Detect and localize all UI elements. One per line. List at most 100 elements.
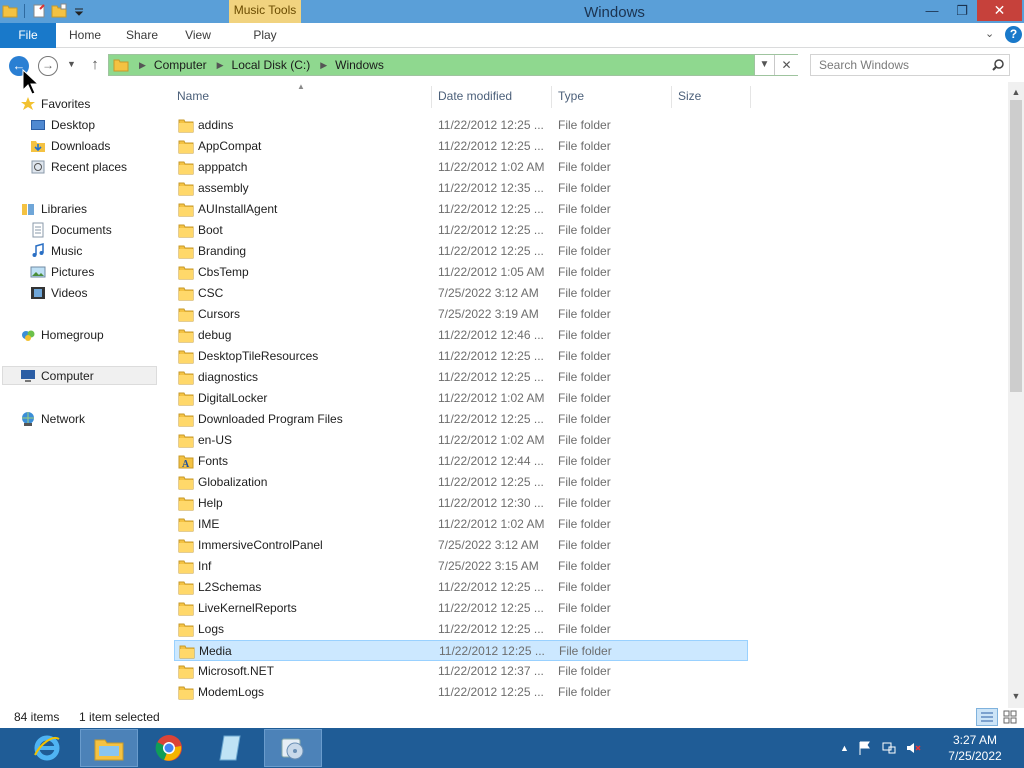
nav-documents[interactable]: Documents [30, 220, 112, 239]
taskbar-app[interactable] [202, 729, 260, 767]
status-bar: 84 items 1 item selected [0, 708, 1024, 728]
file-row[interactable]: Globalization 11/22/2012 12:25 ... File fo… [174, 472, 748, 493]
column-divider[interactable] [671, 86, 672, 108]
file-row[interactable]: Branding 11/22/2012 12:25 ... File folder [174, 241, 748, 262]
file-name: DigitalLocker [198, 391, 268, 405]
address-dropdown-icon[interactable]: ▼ [754, 55, 774, 75]
expand-ribbon-icon[interactable]: ⌄ [985, 28, 997, 40]
file-row[interactable]: AppCompat 11/22/2012 12:25 ... File folder [174, 136, 748, 157]
file-row[interactable]: en-US 11/22/2012 1:02 AM File folder [174, 430, 748, 451]
breadcrumb-chevron-icon[interactable]: ▶ [139, 60, 146, 71]
file-row[interactable]: ImmersiveControlPanel 7/25/2022 3:12 AM Fi… [174, 535, 748, 556]
large-icons-view-icon[interactable] [1002, 709, 1018, 725]
address-bar[interactable]: ▶ Computer ▶ Local Disk (C:) ▶ Windows ▼… [108, 54, 798, 76]
nav-favorites[interactable]: Favorites [20, 94, 90, 113]
breadcrumb-chevron-icon[interactable]: ▶ [217, 60, 224, 71]
file-row[interactable]: AUInstallAgent 11/22/2012 12:25 ... File f… [174, 199, 748, 220]
scroll-up-icon[interactable]: ▲ [1008, 84, 1024, 100]
file-row[interactable]: Boot 11/22/2012 12:25 ... File folder [174, 220, 748, 241]
file-row[interactable]: CSC 7/25/2022 3:12 AM File folder [174, 283, 748, 304]
file-name: Downloaded Program Files [198, 412, 343, 426]
file-row[interactable]: Microsoft.NET 11/22/2012 12:37 ... File fo… [174, 661, 748, 682]
vertical-scrollbar[interactable]: ▲ ▼ [1008, 82, 1024, 708]
column-header-type[interactable]: Type [558, 82, 668, 110]
breadcrumb-chevron-icon[interactable]: ▶ [320, 60, 327, 71]
breadcrumb-windows[interactable]: Windows [335, 58, 384, 72]
taskbar-internet-explorer[interactable] [18, 729, 76, 767]
nav-homegroup[interactable]: Homegroup [20, 325, 104, 344]
libraries-icon [22, 203, 34, 215]
breadcrumb-computer[interactable]: Computer [154, 58, 207, 72]
minimize-button[interactable]: — [918, 0, 946, 21]
forward-button[interactable]: → [38, 56, 58, 76]
breadcrumb-local-disk[interactable]: Local Disk (C:) [232, 58, 311, 72]
file-row[interactable]: DigitalLocker 11/22/2012 1:02 AM File fold… [174, 388, 748, 409]
nav-computer[interactable]: Computer [2, 366, 157, 385]
taskbar-file-explorer[interactable] [80, 729, 138, 767]
file-row[interactable]: Help 11/22/2012 12:30 ... File folder [174, 493, 748, 514]
file-name: Microsoft.NET [198, 664, 275, 678]
recent-places-icon [31, 160, 45, 173]
file-name: Logs [198, 622, 225, 636]
search-input[interactable]: Search Windows [810, 54, 1010, 76]
file-row[interactable]: Downloaded Program Files 11/22/2012 12:25… [174, 409, 748, 430]
file-row[interactable]: Cursors 7/25/2022 3:19 AM File folder [174, 304, 748, 325]
close-button[interactable]: ✕ [977, 0, 1022, 21]
nav-desktop[interactable]: Desktop [30, 115, 95, 134]
scroll-down-icon[interactable]: ▼ [1008, 688, 1024, 704]
taskbar-chrome[interactable] [140, 729, 198, 767]
tab-home[interactable]: Home [62, 23, 108, 48]
file-name: Media [199, 644, 232, 658]
file-row[interactable]: assembly 11/22/2012 12:35 ... File folder [174, 178, 748, 199]
file-row[interactable]: IME 11/22/2012 1:02 AM File folder [174, 514, 748, 535]
file-row[interactable]: addins 11/22/2012 12:25 ... File folder [174, 115, 748, 136]
file-row[interactable]: Inf 7/25/2022 3:15 AM File folder [174, 556, 748, 577]
file-date-modified: 11/22/2012 12:25 ... [438, 202, 544, 216]
folder-icon [178, 161, 194, 175]
file-row[interactable]: CbsTemp 11/22/2012 1:05 AM File folder [174, 262, 748, 283]
column-header-size[interactable]: Size [678, 82, 748, 110]
show-hidden-icons-icon[interactable]: ▲ [840, 743, 849, 753]
column-header-date-modified[interactable]: Date modified [438, 82, 548, 110]
address-clear-icon[interactable]: ✕ [774, 55, 798, 75]
tab-file[interactable]: File [0, 23, 56, 48]
file-row[interactable]: Media 11/22/2012 12:25 ... File folder [174, 640, 748, 661]
file-row[interactable]: A Fonts 11/22/2012 12:44 ... File folder [174, 451, 748, 472]
column-divider[interactable] [431, 86, 432, 108]
nav-network[interactable]: Network [20, 409, 85, 428]
help-icon[interactable]: ? [1005, 26, 1022, 43]
file-row[interactable]: DesktopTileResources 11/22/2012 12:25 ...… [174, 346, 748, 367]
tab-view[interactable]: View [178, 23, 218, 48]
details-view-button[interactable] [976, 708, 998, 726]
column-divider[interactable] [750, 86, 751, 108]
tab-share[interactable]: Share [120, 23, 164, 48]
tab-play[interactable]: Play [240, 23, 290, 48]
network-tray-icon[interactable] [881, 740, 897, 756]
nav-pictures[interactable]: Pictures [30, 262, 94, 281]
nav-recent-places[interactable]: Recent places [30, 157, 127, 176]
file-row[interactable]: Logs 11/22/2012 12:25 ... File folder [174, 619, 748, 640]
taskbar-media-player[interactable] [264, 729, 322, 767]
nav-libraries[interactable]: Libraries [20, 199, 87, 218]
file-row[interactable]: L2Schemas 11/22/2012 12:25 ... File folder [174, 577, 748, 598]
column-divider[interactable] [551, 86, 552, 108]
volume-muted-icon[interactable] [905, 740, 921, 756]
nav-music[interactable]: Music [30, 241, 82, 260]
up-button[interactable]: ↑ [87, 55, 103, 75]
file-date-modified: 7/25/2022 3:12 AM [438, 538, 539, 552]
file-row[interactable]: LiveKernelReports 11/22/2012 12:25 ... Fil… [174, 598, 748, 619]
recent-locations-icon[interactable]: ▼ [67, 59, 76, 69]
file-row[interactable]: debug 11/22/2012 12:46 ... File folder [174, 325, 748, 346]
scrollbar-thumb[interactable] [1010, 100, 1022, 392]
file-row[interactable]: ModemLogs 11/22/2012 12:25 ... File folder [174, 682, 748, 703]
folder-icon [113, 59, 129, 72]
file-row[interactable]: diagnostics 11/22/2012 12:25 ... File fold… [174, 367, 748, 388]
restore-button[interactable]: ❐ [948, 0, 976, 21]
nav-downloads[interactable]: Downloads [30, 136, 110, 155]
folder-icon [178, 182, 194, 196]
taskbar-clock[interactable]: 3:27 AM 7/25/2022 [935, 732, 1015, 764]
search-icon[interactable] [991, 58, 1005, 72]
nav-videos[interactable]: Videos [30, 283, 87, 302]
file-row[interactable]: apppatch 11/22/2012 1:02 AM File folder [174, 157, 748, 178]
action-center-flag-icon[interactable] [857, 740, 873, 756]
